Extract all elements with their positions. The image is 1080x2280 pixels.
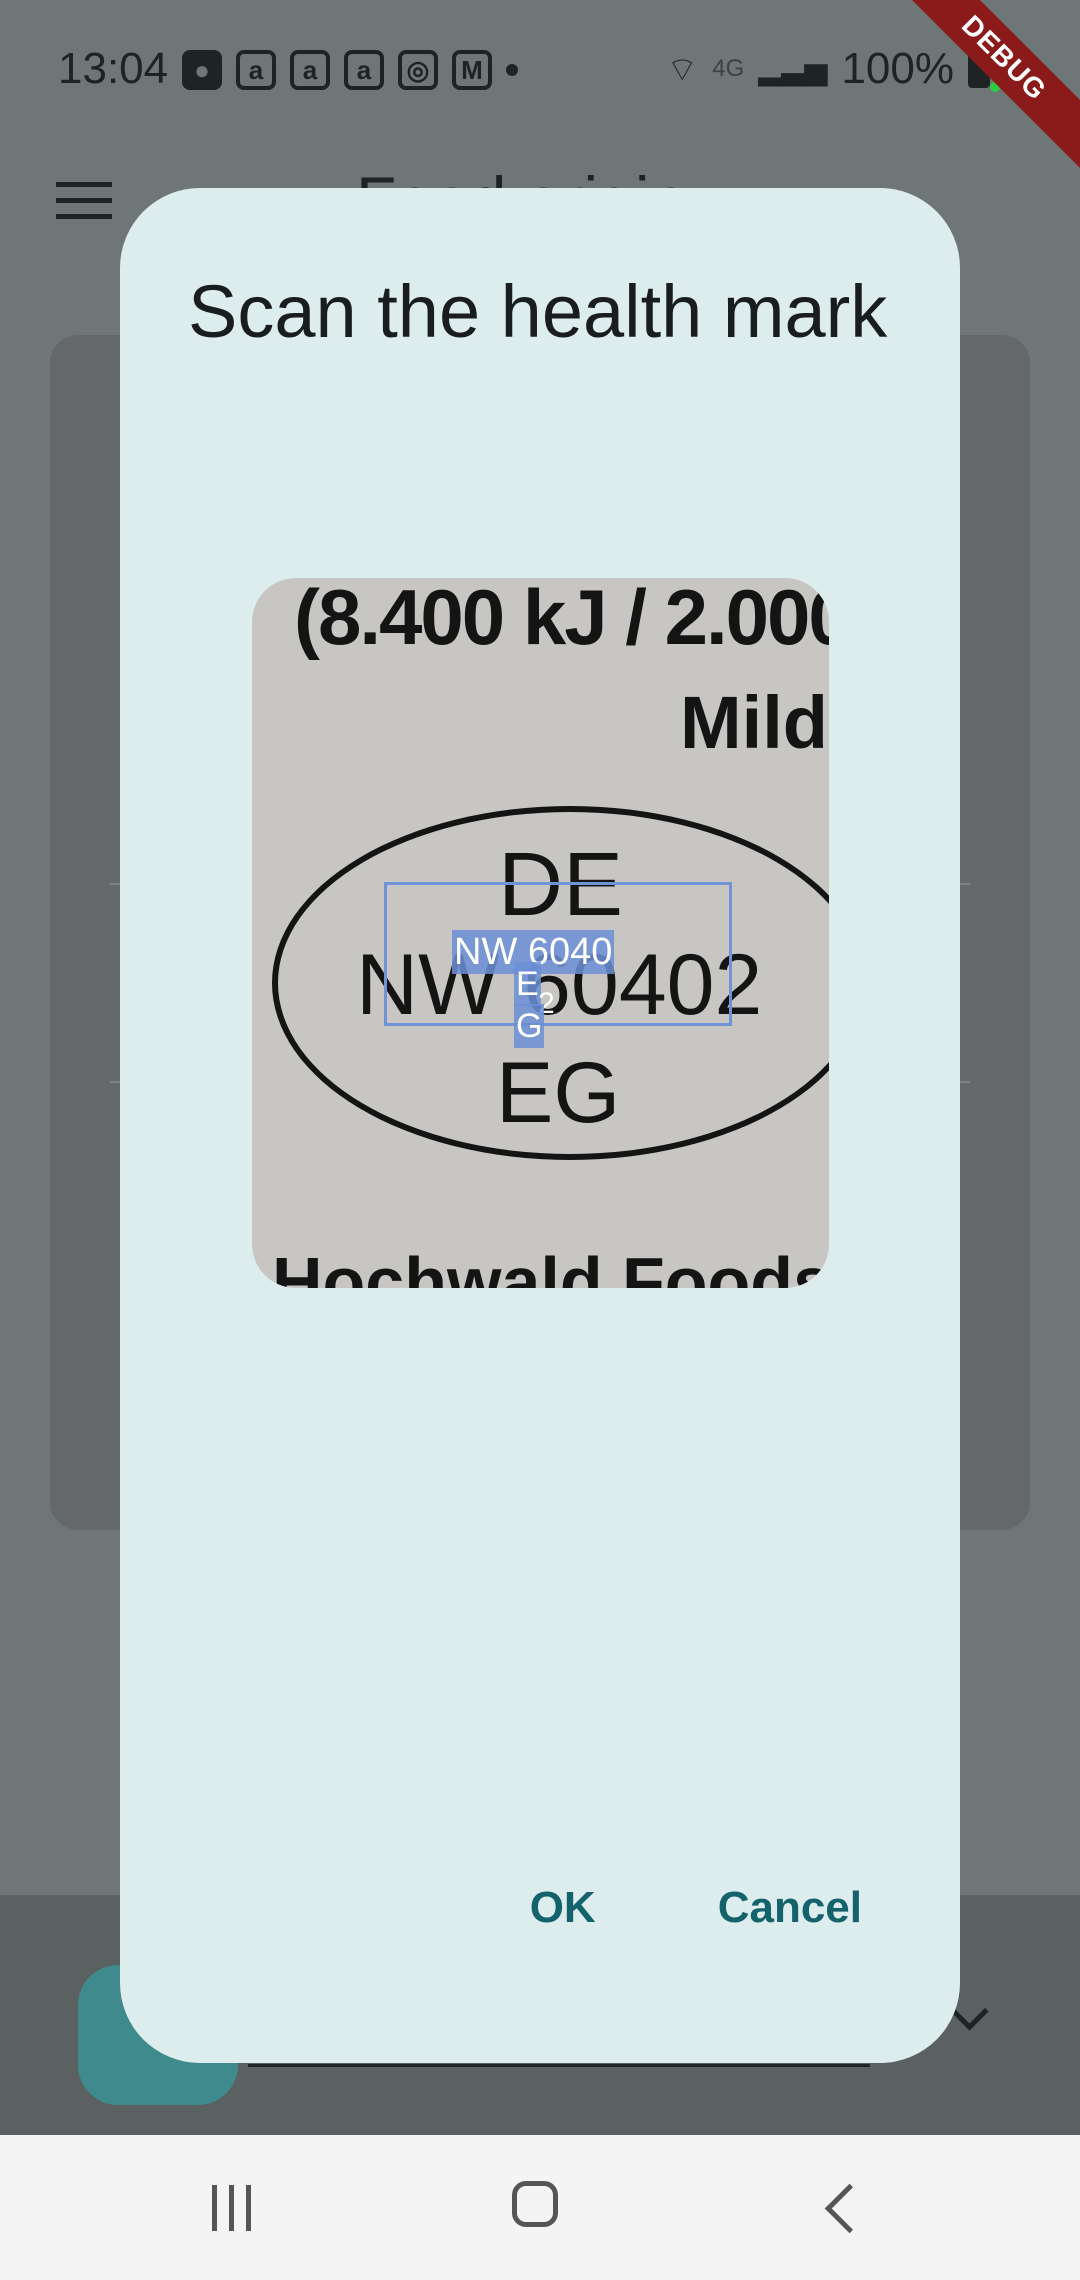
- ok-button[interactable]: OK: [530, 1883, 596, 1933]
- status-bar: 13:04 ● a a a ◎ M ⌔ 4G ▂▃▅ 100%: [0, 0, 1080, 140]
- label-text-line: (8.400 kJ / 2.000: [294, 578, 829, 661]
- label-text-line: EG: [496, 1045, 621, 1141]
- label-text-line: Mild: [680, 681, 828, 764]
- camera-preview: (8.400 kJ / 2.000 Mild DE NW 60402 EG Ho…: [252, 578, 829, 1288]
- amazon-notification-icon: a: [344, 50, 384, 90]
- contact-notification-icon: ●: [182, 50, 222, 90]
- back-icon[interactable]: [824, 2183, 875, 2234]
- gmail-icon: M: [452, 50, 492, 90]
- menu-icon[interactable]: [56, 182, 112, 230]
- status-time: 13:04: [58, 44, 169, 93]
- notification-icons: ● a a a ◎ M: [182, 50, 518, 90]
- recent-apps-icon[interactable]: [212, 2185, 251, 2231]
- more-notifications-dot-icon: [506, 64, 518, 76]
- instagram-icon: ◎: [398, 50, 438, 90]
- ocr-detection-label: G: [514, 1004, 545, 1048]
- input-underline: [248, 2064, 870, 2067]
- network-type: 4G: [712, 55, 745, 82]
- scan-dialog: Scan the health mark (8.400 kJ / 2.000 M…: [120, 188, 960, 2063]
- dialog-actions: OK Cancel: [530, 1883, 862, 1933]
- wifi-icon: ⌔: [666, 50, 699, 89]
- dialog-title: Scan the health mark: [188, 270, 888, 353]
- home-icon[interactable]: [512, 2181, 558, 2227]
- status-right: ⌔ 4G ▂▃▅ 100%: [666, 44, 990, 94]
- amazon-notification-icon: a: [290, 50, 330, 90]
- system-nav-bar: [0, 2135, 1080, 2280]
- amazon-notification-icon: a: [236, 50, 276, 90]
- battery-percentage: 100%: [841, 44, 954, 93]
- signal-icon: ▂▃▅: [758, 52, 828, 86]
- label-text-line: Hochwald Foods: [272, 1243, 829, 1288]
- cancel-button[interactable]: Cancel: [718, 1883, 862, 1933]
